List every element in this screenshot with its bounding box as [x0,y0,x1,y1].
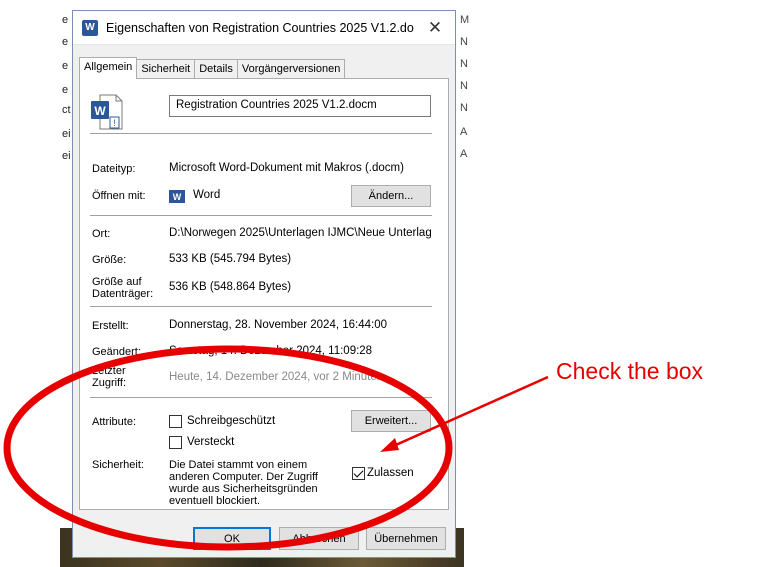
svg-text:W: W [94,104,106,118]
properties-dialog: W Eigenschaften von Registration Countri… [72,10,456,558]
size-label: Größe: [92,254,127,266]
tab-allgemein[interactable]: Allgemein [79,57,138,79]
title-bar[interactable]: W Eigenschaften von Registration Countri… [73,11,455,45]
tab-bar: Allgemein Sicherheit Details Vorgängerve… [79,57,346,79]
size-value: 533 KB (545.794 Bytes) [169,253,292,265]
opens-with-value: Word [193,189,221,201]
tab-details[interactable]: Details [194,59,238,78]
security-warning-text: Die Datei stammt von einem anderen Compu… [169,459,318,507]
location-value: D:\Norwegen 2025\Unterlagen IJMC\Neue Un… [169,227,432,239]
type-value: Microsoft Word-Dokument mit Makros (.doc… [169,162,404,174]
modified-label: Geändert: [92,346,141,358]
word-document-icon: W [82,19,98,36]
type-label: Dateityp: [92,163,136,175]
apply-button[interactable]: Übernehmen [366,527,446,550]
background-text-fragment: e [62,60,69,72]
close-icon[interactable]: ✕ [415,18,455,38]
tab-sicherheit[interactable]: Sicherheit [136,59,196,78]
background-text-fragment: N [460,102,468,114]
created-value: Donnerstag, 28. November 2024, 16:44:00 [169,319,388,331]
disk-size-label: Größe auf Datenträger: [92,276,154,300]
cancel-button[interactable]: Abbrechen [279,527,359,550]
separator [90,397,432,398]
ok-button[interactable]: OK [193,527,271,550]
window-title: Eigenschaften von Registration Countries… [106,20,415,35]
background-text-fragment: N [460,80,468,92]
separator [90,215,432,216]
background-text-fragment: e [62,36,69,48]
background-text-fragment: A [460,126,468,138]
location-label: Ort: [92,228,111,240]
background-text-fragment: ei [62,150,71,162]
allow-label: Zulassen [367,467,414,479]
separator [90,306,432,307]
background-text-fragment: M [460,14,470,26]
docm-file-icon: W ! [91,94,123,130]
background-text-fragment: ct [62,104,71,116]
hidden-label: Versteckt [187,436,235,448]
word-app-icon: W [169,190,185,203]
background-text-fragment: e [62,14,69,26]
background-text-fragment: A [460,148,468,160]
background-text-fragment: N [460,36,468,48]
readonly-label: Schreibgeschützt [187,415,276,427]
created-label: Erstellt: [92,320,129,332]
disk-size-value: 536 KB (548.864 Bytes) [169,281,292,293]
modified-value: Samstag, 14. Dezember 2024, 11:09:28 [169,345,373,357]
svg-text:!: ! [113,118,116,128]
change-button[interactable]: Ändern... [351,185,431,207]
readonly-checkbox[interactable] [169,415,182,428]
file-name-field[interactable]: Registration Countries 2025 V1.2.docm [169,95,431,117]
background-text-fragment: ei [62,128,71,140]
background-text-fragment: e [62,84,69,96]
annotation-label: Check the box [556,358,704,384]
separator [90,133,432,134]
allow-checkbox[interactable] [352,467,365,480]
accessed-label: Letzter Zugriff: [92,365,127,389]
background-window-left: e e e e ct ei ei [0,0,75,567]
accessed-value: Heute, 14. Dezember 2024, vor 2 Minuten [169,371,384,383]
opens-with-label: Öffnen mit: [92,190,146,202]
general-tab-panel: W ! Registration Countries 2025 V1.2.doc… [79,78,449,510]
background-window-right: M N N N N A A [456,0,486,170]
background-text-fragment: N [460,58,468,70]
attributes-label: Attribute: [92,416,137,428]
advanced-button[interactable]: Erweitert... [351,410,431,432]
tab-vorgaengerversionen[interactable]: Vorgängerversionen [236,59,346,78]
security-label: Sicherheit: [92,459,144,471]
hidden-checkbox[interactable] [169,436,182,449]
